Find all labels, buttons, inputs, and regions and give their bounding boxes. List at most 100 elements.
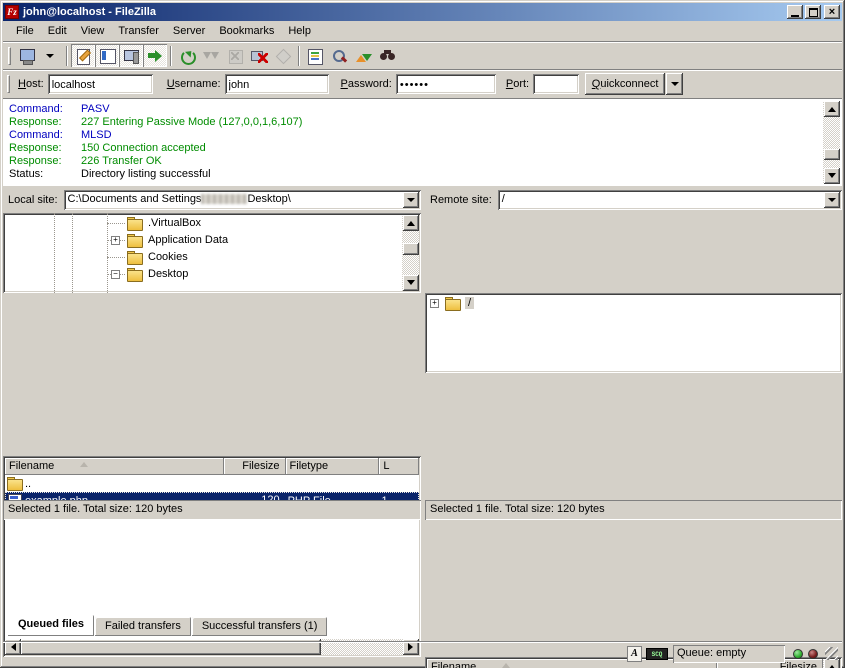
message-log-panel: Command:PASVResponse:227 Entering Passiv… (3, 98, 842, 186)
port-input[interactable] (533, 74, 579, 94)
host-input[interactable] (48, 74, 153, 94)
local-tree-scrollbar[interactable] (402, 215, 419, 291)
remote-path: / (502, 193, 505, 205)
password-input[interactable] (396, 74, 496, 94)
refresh-button[interactable] (175, 44, 199, 67)
scroll-up-button[interactable] (403, 215, 419, 231)
scroll-up-button[interactable] (824, 101, 840, 117)
scroll-thumb[interactable] (403, 243, 419, 255)
status-bar: A SCQ Queue: empty (3, 641, 842, 665)
column-header-filesize[interactable]: Filesize (224, 458, 285, 475)
host-label: Host: (18, 78, 44, 90)
log-line: Response:226 Transfer OK (9, 155, 818, 168)
reconnect-icon (274, 47, 292, 65)
menu-item-server[interactable]: Server (166, 23, 212, 39)
synchronized-browsing-button[interactable] (351, 44, 375, 67)
remote-path-dropdown-button[interactable] (824, 192, 840, 208)
log-line: Command:MLSD (9, 129, 818, 142)
arrow-down-icon (407, 280, 415, 289)
toolbar-gripper[interactable] (8, 47, 11, 65)
column-header-filetype[interactable]: Filetype (286, 458, 380, 475)
folder-icon (127, 217, 142, 230)
titlebar[interactable]: Fz john@localhost - FileZilla × (3, 3, 842, 21)
close-button[interactable]: × (824, 5, 840, 19)
menu-item-edit[interactable]: Edit (41, 23, 74, 39)
remote-site-label: Remote site: (430, 194, 492, 206)
log-message: MLSD (81, 129, 112, 142)
scroll-down-button[interactable] (824, 168, 840, 184)
toggle-queue-button[interactable] (143, 44, 167, 67)
menu-item-bookmarks[interactable]: Bookmarks (212, 23, 281, 39)
tree-expander-minus-icon[interactable]: − (111, 270, 120, 279)
file-modified (379, 475, 419, 492)
disconnect-icon (250, 47, 268, 65)
remote-path-combo[interactable]: / (498, 190, 842, 210)
file-name: .. (25, 476, 31, 492)
log-type: Response: (9, 142, 81, 155)
maximize-button[interactable] (805, 5, 821, 19)
file-row[interactable]: .. (5, 475, 419, 492)
log-message: 226 Transfer OK (81, 155, 162, 168)
scroll-thumb[interactable] (824, 149, 840, 160)
toolbar (3, 41, 842, 69)
local-path-dropdown-button[interactable] (403, 192, 419, 208)
menu-item-transfer[interactable]: Transfer (111, 23, 166, 39)
find-files-button[interactable] (375, 44, 399, 67)
filezilla-window: Fz john@localhost - FileZilla × FileEdit… (0, 0, 845, 668)
log-message: Directory listing successful (81, 168, 211, 181)
toggle-message-log-button[interactable] (71, 44, 95, 67)
toggle-remote-tree-button[interactable] (119, 44, 143, 67)
username-label: Username: (167, 78, 221, 90)
tree-item[interactable]: Cookies (3, 249, 400, 266)
tab-queuedfiles[interactable]: Queued files (8, 615, 94, 636)
speedlimits-badge-icon[interactable]: SCQ (646, 648, 668, 660)
remote-directory-tree: +/ (425, 295, 840, 312)
chevron-down-icon (407, 198, 415, 206)
menu-item-file[interactable]: File (9, 23, 41, 39)
menu-item-view[interactable]: View (74, 23, 112, 39)
log-type: Command: (9, 103, 81, 116)
process-queue-icon (202, 47, 220, 65)
disconnect-button[interactable] (247, 44, 271, 67)
chevron-down-icon (828, 198, 836, 206)
folder-icon (127, 268, 142, 281)
tree-item[interactable]: +/ (425, 295, 840, 312)
folder-icon (445, 297, 460, 310)
arrow-up-icon (407, 217, 415, 226)
toggle-queue-icon (146, 47, 164, 65)
toggle-local-tree-button[interactable] (95, 44, 119, 67)
minimize-button[interactable] (787, 5, 803, 19)
quickconnect-button[interactable]: Quickconnect (585, 73, 665, 95)
remote-tree-panel: +/ (425, 293, 842, 373)
local-path-combo[interactable]: C:\Documents and SettingsDesktop\ (64, 190, 421, 210)
tab-failedtransfers[interactable]: Failed transfers (95, 617, 191, 636)
site-manager-dropdown-button[interactable] (39, 44, 63, 67)
password-label: Password: (341, 78, 392, 90)
quickbar-gripper[interactable] (7, 75, 10, 93)
quickconnect-dropdown-button[interactable] (666, 73, 683, 95)
directory-filter-button[interactable] (303, 44, 327, 67)
tab-successfultransfers[interactable]: Successful transfers (1) (192, 617, 328, 636)
toggle-message-log-icon (74, 47, 92, 65)
tree-expander-plus-icon[interactable]: + (430, 299, 439, 308)
local-site-bar: Local site: C:\Documents and SettingsDes… (3, 187, 421, 213)
username-input[interactable] (225, 74, 329, 94)
log-line: Response:227 Entering Passive Mode (127,… (9, 116, 818, 129)
tree-item[interactable]: −Desktop (3, 266, 400, 283)
scroll-down-button[interactable] (403, 275, 419, 291)
tree-item[interactable]: .VirtualBox (3, 215, 400, 232)
quickconnect-bar: Host: Username: Password: Port: Quickcon… (3, 69, 842, 98)
local-tree-panel: .VirtualBox+Application DataCookies−Desk… (3, 213, 421, 293)
column-header-l[interactable]: L (379, 458, 419, 475)
log-type: Status: (9, 168, 81, 181)
tree-expander-plus-icon[interactable]: + (111, 236, 120, 245)
site-manager-button[interactable] (15, 44, 39, 67)
resize-grip[interactable] (825, 647, 838, 660)
menu-item-help[interactable]: Help (281, 23, 318, 39)
log-vertical-scrollbar[interactable] (823, 101, 840, 184)
tree-item[interactable]: +Application Data (3, 232, 400, 249)
tree-item-label: / (465, 297, 474, 309)
directory-comparison-button[interactable] (327, 44, 351, 67)
tree-connector (107, 223, 125, 224)
column-header-filename[interactable]: Filename (5, 458, 224, 475)
